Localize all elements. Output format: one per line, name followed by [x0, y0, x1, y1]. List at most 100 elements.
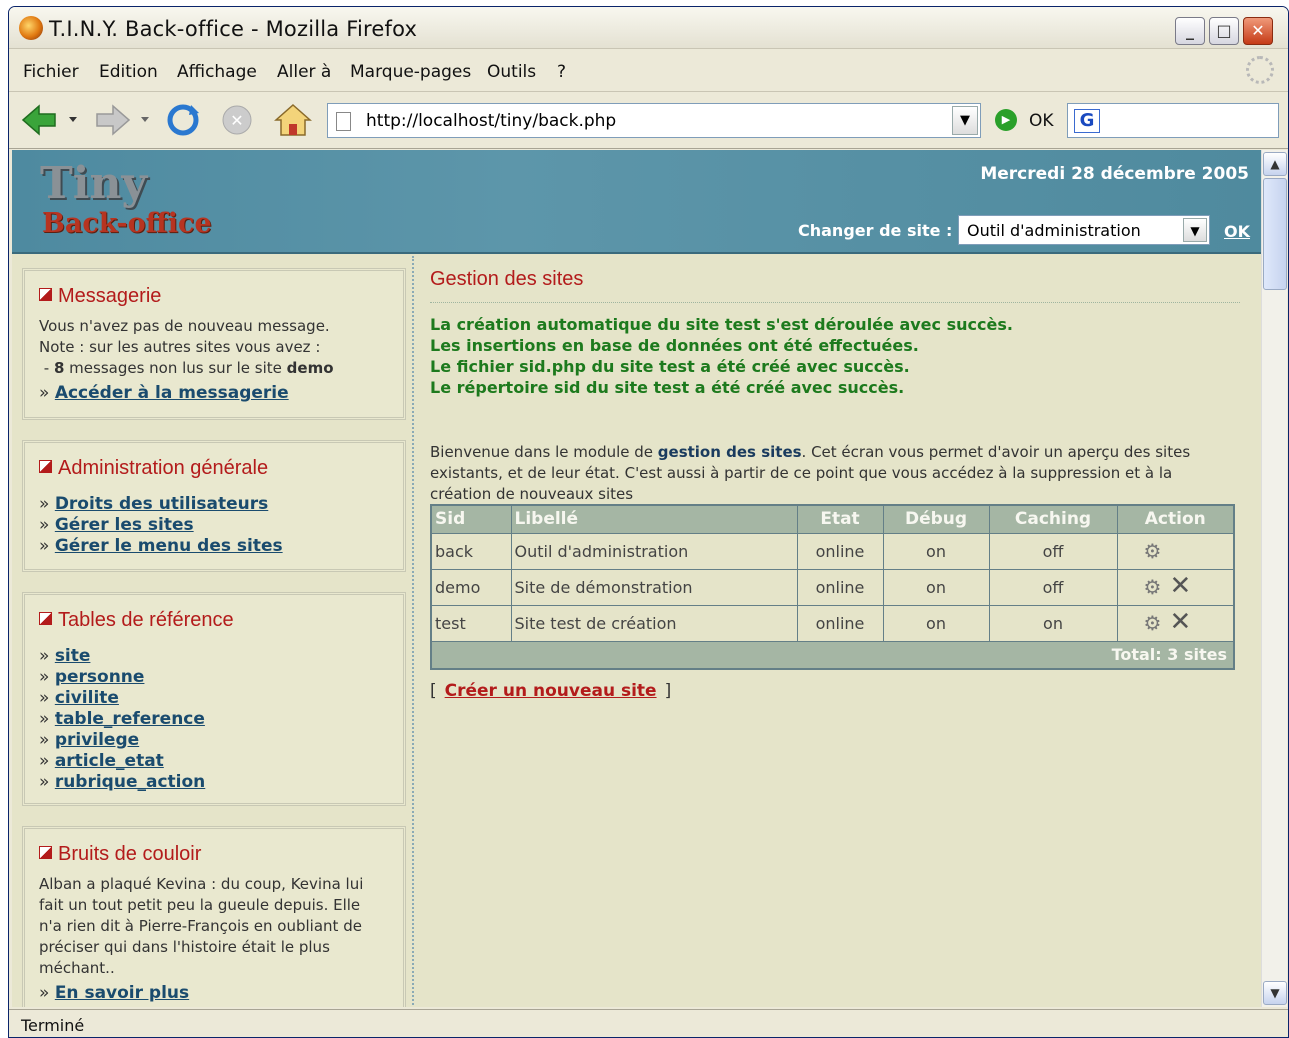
status-text: Terminé — [21, 1016, 85, 1035]
sites-table: Sid Libellé Etat Débug Caching Action ba… — [430, 504, 1235, 670]
menu-edition[interactable]: Edition — [99, 62, 158, 82]
title-bar: T.I.N.Y. Back-office - Mozilla Firefox _… — [9, 7, 1288, 49]
current-date: Mercredi 28 décembre 2005 — [980, 164, 1249, 184]
success-messages: La création automatique du site test s'e… — [430, 315, 1013, 397]
back-button[interactable] — [21, 103, 81, 137]
collapse-icon[interactable] — [39, 460, 52, 473]
change-site-ok-link[interactable]: OK — [1224, 222, 1250, 241]
forward-arrow-icon — [96, 104, 149, 136]
main-panel: Gestion des sites La création automatiqu… — [430, 256, 1255, 1007]
link-article-etat[interactable]: article_etat — [55, 751, 164, 771]
menu-help[interactable]: ? — [557, 62, 566, 82]
col-caching: Caching — [988, 504, 1118, 534]
table-row: back Outil d'administration online on of… — [430, 532, 1235, 570]
bruits-box: Bruits de couloir Alban a plaqué Kevina … — [22, 826, 406, 1007]
delete-icon[interactable]: ✕ — [1170, 573, 1192, 599]
settings-gear-icon[interactable]: ⚙ — [1144, 613, 1164, 633]
stop-button[interactable]: ✕ — [219, 103, 255, 137]
svg-text:✕: ✕ — [230, 111, 243, 130]
menu-aller[interactable]: Aller à — [277, 62, 331, 82]
browser-window: T.I.N.Y. Back-office - Mozilla Firefox _… — [8, 6, 1289, 1038]
menu-bar: Fichier Edition Affichage Aller à Marque… — [9, 50, 1288, 92]
col-etat: Etat — [796, 504, 884, 534]
col-sid: Sid — [430, 504, 512, 534]
sidebar: Messagerie Vous n'avez pas de nouveau me… — [12, 256, 414, 1007]
url-dropdown-button[interactable]: ▼ — [952, 106, 978, 135]
table-row: demo Site de démonstration online on off… — [430, 568, 1235, 606]
back-arrow-icon — [21, 104, 77, 136]
maximize-button[interactable]: □ — [1209, 17, 1239, 45]
url-bar[interactable]: http://localhost/tiny/back.php ▼ — [327, 103, 981, 138]
tables-heading: Tables de référence — [39, 609, 389, 632]
reload-icon — [167, 104, 199, 136]
collapse-icon[interactable] — [39, 846, 52, 859]
col-action: Action — [1116, 504, 1235, 534]
delete-icon[interactable]: ✕ — [1170, 609, 1192, 635]
scroll-thumb[interactable] — [1263, 178, 1287, 290]
admin-box: Administration générale » Droits des uti… — [22, 440, 406, 572]
link-privilege[interactable]: privilege — [55, 730, 139, 750]
page-content: Tiny Back-office Mercredi 28 décembre 20… — [12, 150, 1261, 1007]
logo-tiny: Tiny — [40, 158, 148, 209]
collapse-icon[interactable] — [39, 612, 52, 625]
bruits-heading: Bruits de couloir — [39, 843, 389, 866]
link-rubrique-action[interactable]: rubrique_action — [55, 772, 205, 792]
link-table-reference[interactable]: table_reference — [55, 709, 205, 729]
scroll-up-button[interactable]: ▲ — [1263, 152, 1287, 176]
search-input[interactable]: G — [1067, 103, 1279, 138]
title-divider — [430, 302, 1240, 303]
window-title: T.I.N.Y. Back-office - Mozilla Firefox — [49, 17, 418, 41]
bruits-text: Alban a plaqué Kevina : du coup, Kevina … — [39, 875, 364, 977]
go-icon[interactable]: ▶ — [995, 109, 1017, 131]
scroll-down-button[interactable]: ▼ — [1263, 981, 1287, 1005]
url-text: http://localhost/tiny/back.php — [366, 111, 617, 131]
throbber-icon — [1246, 56, 1274, 84]
tables-box: Tables de référence » site » personne » … — [22, 592, 406, 806]
page-title: Gestion des sites — [430, 268, 584, 290]
create-site-link[interactable]: Créer un nouveau site — [445, 681, 657, 701]
admin-heading: Administration générale — [39, 457, 389, 480]
total-sites: Total: 3 sites — [430, 640, 1235, 670]
status-bar: Terminé — [9, 1009, 1288, 1037]
settings-gear-icon[interactable]: ⚙ — [1144, 541, 1164, 561]
col-debug: Débug — [882, 504, 990, 534]
go-label[interactable]: OK — [1029, 111, 1054, 131]
menu-affichage[interactable]: Affichage — [177, 62, 257, 82]
settings-gear-icon[interactable]: ⚙ — [1144, 577, 1164, 597]
home-icon — [274, 103, 312, 136]
collapse-icon[interactable] — [39, 288, 52, 301]
link-gerer-sites[interactable]: Gérer les sites — [55, 515, 194, 535]
messagerie-text: Vous n'avez pas de nouveau message. Note… — [39, 317, 334, 377]
messagerie-link[interactable]: Accéder à la messagerie — [55, 383, 289, 403]
en-savoir-plus-link[interactable]: En savoir plus — [55, 983, 189, 1003]
table-header-row: Sid Libellé Etat Débug Caching Action — [430, 504, 1235, 534]
menu-fichier[interactable]: Fichier — [23, 62, 79, 82]
navigation-toolbar: ✕ http://localhost/tiny/back.php ▼ ▶ OK … — [9, 93, 1288, 149]
firefox-icon — [19, 16, 43, 40]
stop-icon: ✕ — [222, 105, 252, 135]
home-button[interactable] — [273, 103, 313, 137]
site-header: Tiny Back-office Mercredi 28 décembre 20… — [12, 150, 1261, 254]
site-select-value: Outil d'administration — [967, 221, 1141, 240]
vertical-scrollbar[interactable]: ▲ ▼ — [1261, 150, 1287, 1007]
col-libelle: Libellé — [510, 504, 798, 534]
menu-marque-pages[interactable]: Marque-pages — [350, 62, 471, 82]
link-personne[interactable]: personne — [55, 667, 145, 687]
chevron-down-icon[interactable]: ▼ — [1183, 218, 1207, 242]
link-civilite[interactable]: civilite — [55, 688, 119, 708]
create-site-row: [Créer un nouveau site] — [430, 681, 672, 701]
close-button[interactable]: ✕ — [1243, 17, 1273, 45]
messagerie-box: Messagerie Vous n'avez pas de nouveau me… — [22, 268, 406, 420]
table-total-row: Total: 3 sites — [430, 640, 1235, 670]
site-select[interactable]: Outil d'administration ▼ — [958, 215, 1210, 245]
link-gerer-menu[interactable]: Gérer le menu des sites — [55, 536, 283, 556]
google-search-icon[interactable]: G — [1074, 109, 1100, 133]
messagerie-heading: Messagerie — [39, 285, 389, 308]
minimize-button[interactable]: _ — [1175, 17, 1205, 45]
menu-outils[interactable]: Outils — [487, 62, 536, 82]
forward-button[interactable] — [93, 103, 153, 137]
link-site[interactable]: site — [55, 646, 91, 666]
page-icon — [336, 112, 351, 131]
link-droits-utilisateurs[interactable]: Droits des utilisateurs — [55, 494, 268, 514]
reload-button[interactable] — [163, 103, 203, 137]
